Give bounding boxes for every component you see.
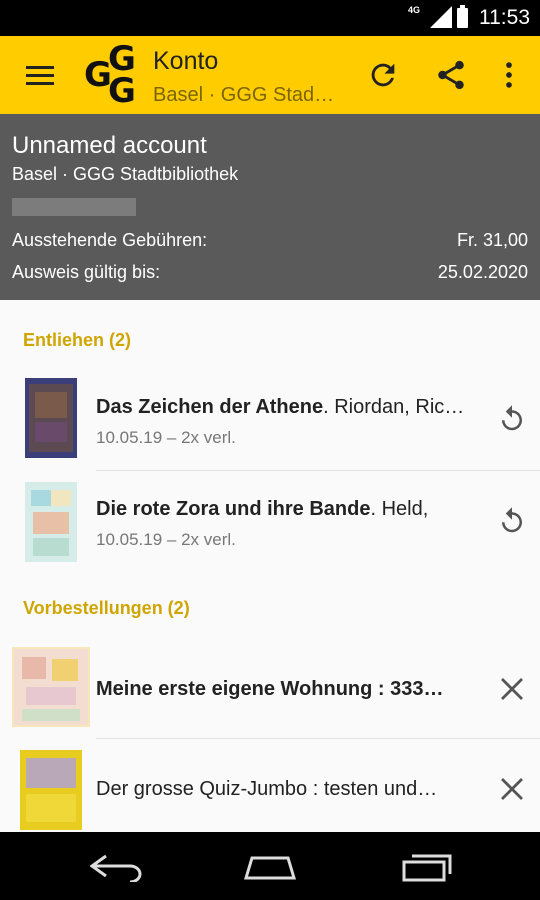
card-valid-label: Ausweis gültig bis: xyxy=(12,262,161,282)
more-vert-icon[interactable] xyxy=(492,58,526,92)
fees-row: Ausstehende Gebühren: Fr. 31,00 xyxy=(12,230,528,251)
page-title: Konto xyxy=(153,47,219,75)
account-library: Basel · GGG Stadtbibliothek xyxy=(12,164,239,184)
item-meta: 10.05.19 – 2x verl. xyxy=(96,530,236,550)
list-item[interactable]: Der grosse Quiz-Jumbo : testen und… xyxy=(0,740,540,832)
renew-icon[interactable] xyxy=(497,404,527,434)
fees-value: Fr. 31,00 xyxy=(456,230,528,250)
item-meta: 10.05.19 – 2x verl. xyxy=(96,428,236,448)
list-item[interactable]: Meine erste eigene Wohnung : 333… xyxy=(0,642,540,734)
book-cover-image xyxy=(25,378,77,458)
refresh-icon[interactable] xyxy=(366,58,400,92)
item-title-line: Die rote Zora und ihre Bande. Held, xyxy=(96,498,486,521)
ggg-logo: G G G xyxy=(82,42,148,111)
recent-apps-icon[interactable] xyxy=(398,850,458,882)
account-card-number-redacted xyxy=(12,198,136,216)
renew-icon[interactable] xyxy=(497,506,527,536)
item-author: . Riordan, Ric… xyxy=(323,396,465,418)
book-cover-image xyxy=(12,647,90,727)
app-bar: G G G Konto Basel · GGG Stad… xyxy=(0,36,540,114)
card-valid-row: Ausweis gültig bis: 25.02.2020 xyxy=(12,262,528,283)
list-item[interactable]: Das Zeichen der Athene. Riordan, Ric… 10… xyxy=(0,370,540,470)
status-time: 11:53 xyxy=(479,6,530,29)
share-icon[interactable] xyxy=(434,58,468,92)
item-renewals: – 2x verl. xyxy=(162,530,236,549)
item-title: Der grosse Quiz-Jumbo : testen und… xyxy=(96,778,438,800)
item-title-line: Das Zeichen der Athene. Riordan, Ric… xyxy=(96,396,486,419)
list-item[interactable]: Die rote Zora und ihre Bande. Held, 10.0… xyxy=(0,472,540,572)
fees-label: Ausstehende Gebühren: xyxy=(12,230,208,250)
item-renewals: – 2x verl. xyxy=(162,428,236,447)
item-due-date: 10.05.19 xyxy=(96,428,163,447)
reservations-section-header: Vorbestellungen (2) xyxy=(23,598,190,618)
book-cover-image xyxy=(20,750,82,830)
item-title: Meine erste eigene Wohnung : 333… xyxy=(96,678,444,700)
card-valid-value: 25.02.2020 xyxy=(437,262,528,282)
divider xyxy=(96,738,540,739)
back-icon[interactable] xyxy=(86,850,146,882)
divider xyxy=(96,470,540,471)
item-due-date: 10.05.19 xyxy=(96,530,163,549)
home-icon[interactable] xyxy=(240,850,300,882)
book-cover-image xyxy=(25,482,77,562)
account-header: Unnamed account Basel · GGG Stadtbibliot… xyxy=(0,114,540,300)
status-bar: 4G 11:53 xyxy=(0,0,540,36)
item-title-line: Meine erste eigene Wohnung : 333… xyxy=(96,678,486,701)
network-type: 4G xyxy=(407,5,420,15)
account-name: Unnamed account xyxy=(12,132,207,159)
account-content[interactable]: Entliehen (2) Das Zeichen der Athene. Ri… xyxy=(0,300,540,832)
item-author: . Held, xyxy=(370,498,429,520)
logo-letter: G xyxy=(108,71,136,111)
item-title: Die rote Zora und ihre Bande xyxy=(96,498,371,520)
page-subtitle: Basel · GGG Stad… xyxy=(153,84,335,106)
item-title: Das Zeichen der Athene xyxy=(96,396,324,418)
battery-icon xyxy=(457,5,468,28)
cancel-reservation-icon[interactable] xyxy=(497,774,527,804)
cancel-reservation-icon[interactable] xyxy=(497,674,527,704)
system-navigation-bar xyxy=(0,832,540,900)
lent-section-header: Entliehen (2) xyxy=(23,330,132,350)
signal-icon xyxy=(430,6,452,28)
menu-icon[interactable] xyxy=(26,66,54,86)
